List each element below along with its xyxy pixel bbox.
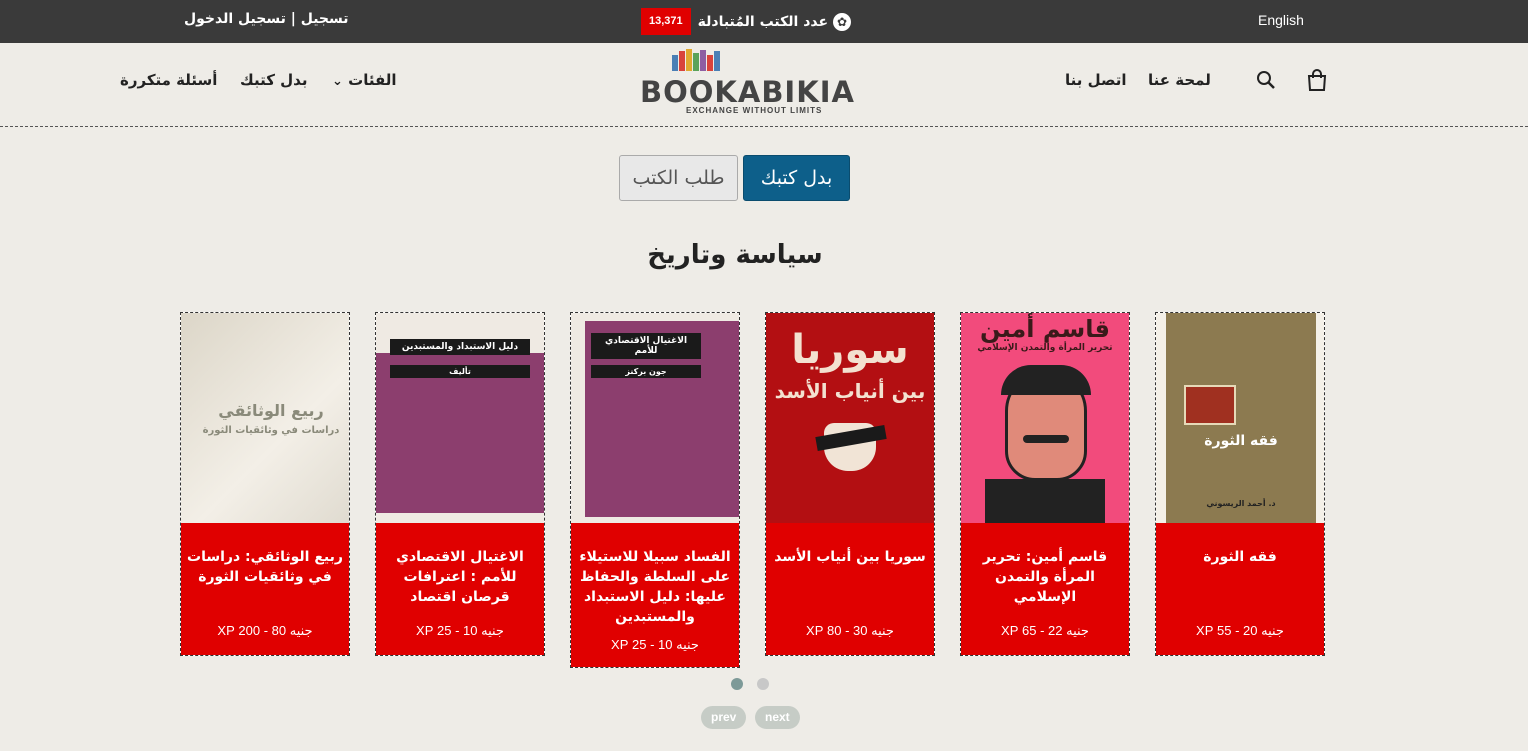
book-card[interactable]: الاغتيال الاقتصادي للأمم جون بركنز الفسا… bbox=[570, 312, 740, 668]
login-register-link[interactable]: تسجيل | تسجيل الدخول bbox=[184, 11, 349, 27]
language-switch-link[interactable]: English bbox=[1258, 12, 1304, 28]
nav-categories[interactable]: الفئات ⌄ bbox=[332, 71, 397, 89]
book-price: جنيه 20 - 55 XP bbox=[1196, 623, 1284, 638]
book-price: جنيه 10 - 25 XP bbox=[416, 623, 504, 638]
cover-author: دراسات في وثائقيات الثورة bbox=[202, 425, 340, 436]
book-title: فقه الثورة bbox=[1203, 549, 1277, 565]
chevron-down-icon: ⌄ bbox=[332, 74, 343, 89]
book-card[interactable]: فقه الثورة د. أحمد الريسوني فقه الثورة ج… bbox=[1155, 312, 1325, 656]
nav-categories-label: الفئات bbox=[348, 71, 397, 89]
nav-swap-books[interactable]: بدل كتبك bbox=[240, 71, 307, 89]
cover-author: د. أحمد الريسوني bbox=[1206, 499, 1276, 508]
book-cover-image: فقه الثورة د. أحمد الريسوني bbox=[1156, 313, 1324, 523]
book-title: الفساد سبيلا للاستيلاء على السلطة والحفا… bbox=[579, 549, 731, 625]
prev-button[interactable]: prev bbox=[701, 706, 747, 729]
main-header: لمحة عنا اتصل بنا BOOKABIKIA EXCHANGE WI… bbox=[0, 43, 1528, 127]
next-button[interactable]: next bbox=[755, 706, 800, 729]
nav-contact[interactable]: اتصل بنا bbox=[1065, 71, 1127, 89]
exchanged-books-label: عدد الكتب المُتبادلة bbox=[697, 13, 829, 30]
cover-author: جون بركنز bbox=[591, 365, 701, 378]
book-card[interactable]: ربيع الوثائقي دراسات في وثائقيات الثورة … bbox=[180, 312, 350, 656]
logo-books-graphic bbox=[672, 49, 720, 71]
cover-title: قاسم أمين bbox=[980, 315, 1110, 343]
book-info: الفساد سبيلا للاستيلاء على السلطة والحفا… bbox=[571, 523, 739, 667]
logo-tagline: EXCHANGE WITHOUT LIMITS bbox=[686, 106, 823, 115]
nav-about[interactable]: لمحة عنا bbox=[1148, 71, 1211, 89]
book-card[interactable]: دليل الاستبداد والمستبدين تأليف الاغتيال… bbox=[375, 312, 545, 656]
book-cover-image: الاغتيال الاقتصادي للأمم جون بركنز bbox=[571, 313, 739, 523]
book-info: فقه الثورة جنيه 20 - 55 XP bbox=[1156, 523, 1324, 655]
book-info: سوريا بين أنياب الأسد جنيه 30 - 80 XP bbox=[766, 523, 934, 655]
book-price: جنيه 80 - 200 XP bbox=[217, 623, 313, 638]
book-info: قاسم أمين: تحرير المرأة والتمدن الإسلامي… bbox=[961, 523, 1129, 655]
book-cover-image: دليل الاستبداد والمستبدين تأليف bbox=[376, 313, 544, 523]
book-title: سوريا بين أنياب الأسد bbox=[774, 549, 926, 565]
book-cover-image: سوريا بين أنياب الأسد bbox=[766, 313, 934, 523]
search-icon[interactable] bbox=[1256, 70, 1276, 90]
book-title: ربيع الوثائقي: دراسات في وثائقيات الثورة bbox=[187, 549, 343, 585]
cover-title: الاغتيال الاقتصادي للأمم bbox=[591, 333, 701, 359]
cover-title: دليل الاستبداد والمستبدين bbox=[390, 339, 530, 355]
cover-author: بين أنياب الأسد bbox=[774, 379, 926, 403]
exchange-icon: ✿ bbox=[833, 12, 852, 31]
bookabikia-logo[interactable]: BOOKABIKIA EXCHANGE WITHOUT LIMITS bbox=[640, 49, 854, 119]
book-title: الاغتيال الاقتصادي للأمم : اعترافات قرصا… bbox=[396, 549, 524, 605]
cover-author: تأليف bbox=[390, 365, 530, 378]
swap-books-button[interactable]: بدل كتبك bbox=[743, 155, 850, 201]
book-card[interactable]: قاسم أمين تحرير المرأة والتمدن الإسلامي … bbox=[960, 312, 1130, 656]
cover-title: فقه الثورة bbox=[1204, 433, 1278, 449]
logo-wordmark: BOOKABIKIA bbox=[640, 75, 855, 109]
carousel-dot-2[interactable] bbox=[757, 678, 769, 690]
cover-title: ربيع الوثائقي bbox=[218, 401, 324, 420]
cart-icon[interactable] bbox=[1305, 68, 1329, 92]
book-info: الاغتيال الاقتصادي للأمم : اعترافات قرصا… bbox=[376, 523, 544, 655]
book-title: قاسم أمين: تحرير المرأة والتمدن الإسلامي bbox=[982, 549, 1108, 605]
carousel-dots bbox=[731, 678, 769, 690]
book-info: ربيع الوثائقي: دراسات في وثائقيات الثورة… bbox=[181, 523, 349, 655]
book-price: جنيه 10 - 25 XP bbox=[611, 637, 699, 652]
section-title: سياسة وتاريخ bbox=[647, 240, 823, 270]
exchanged-books-counter: ✿ عدد الكتب المُتبادلة 13,371 bbox=[641, 8, 852, 35]
nav-faq[interactable]: أسئلة متكررة bbox=[120, 71, 217, 89]
request-books-button[interactable]: طلب الكتب bbox=[619, 155, 738, 201]
exchanged-books-count-badge: 13,371 bbox=[641, 8, 691, 35]
carousel-dot-1[interactable] bbox=[731, 678, 743, 690]
book-price: جنيه 30 - 80 XP bbox=[806, 623, 894, 638]
cover-author: تحرير المرأة والتمدن الإسلامي bbox=[977, 343, 1113, 353]
book-cover-image: ربيع الوثائقي دراسات في وثائقيات الثورة bbox=[181, 313, 349, 523]
cover-title: سوريا bbox=[791, 327, 909, 373]
book-cover-image: قاسم أمين تحرير المرأة والتمدن الإسلامي bbox=[961, 313, 1129, 523]
top-bar: English ✿ عدد الكتب المُتبادلة 13,371 تس… bbox=[0, 0, 1528, 43]
book-card[interactable]: سوريا بين أنياب الأسد سوريا بين أنياب ال… bbox=[765, 312, 935, 656]
book-price: جنيه 22 - 65 XP bbox=[1001, 623, 1089, 638]
